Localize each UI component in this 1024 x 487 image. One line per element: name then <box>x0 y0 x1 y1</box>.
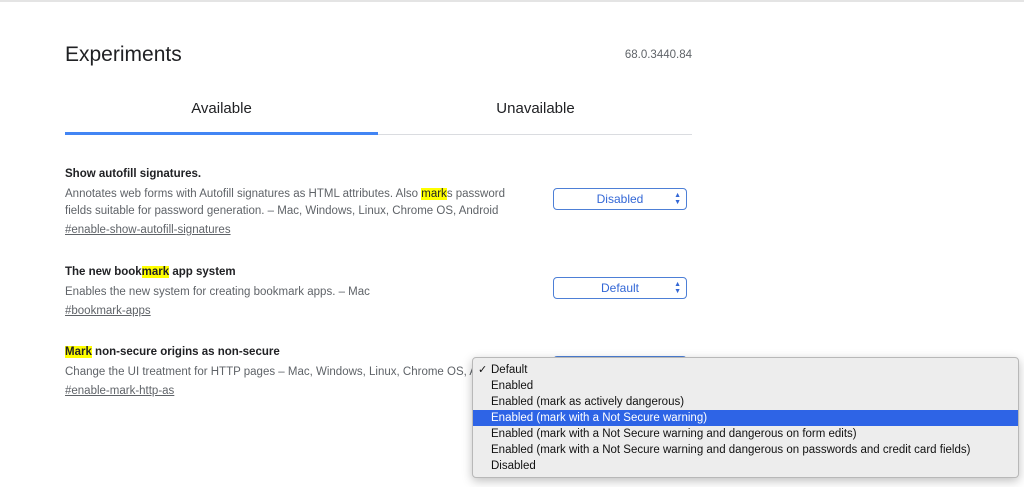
flags-page: Experiments 68.0.3440.84 Available Unava… <box>0 0 1024 487</box>
experiment-show-autofill-signatures: Show autofill signatures. Annotates web … <box>65 166 525 239</box>
checkmark-icon: ✓ <box>478 364 488 376</box>
experiment-link[interactable]: #enable-show-autofill-signatures <box>65 222 231 239</box>
tab-active-indicator <box>65 132 378 135</box>
select-value: Disabled <box>596 192 644 206</box>
version-label: 68.0.3440.84 <box>624 49 692 61</box>
page-title: Experiments <box>65 43 182 66</box>
tab-unavailable-label: Unavailable <box>496 100 575 117</box>
title-text: app system <box>169 266 236 278</box>
experiment-link[interactable]: #bookmark-apps <box>65 303 151 320</box>
search-highlight: Mark <box>65 346 92 358</box>
title-text: non-secure origins as non-secure <box>91 346 280 358</box>
option-label: Default <box>491 364 528 376</box>
experiment-title: Show autofill signatures. <box>65 168 202 180</box>
updown-arrows-icon: ▲ ▼ <box>674 281 681 295</box>
title-text: The new book <box>65 266 142 278</box>
option-label: Enabled (mark as actively dangerous) <box>491 396 685 408</box>
experiment-bookmark-apps: The new bookmark app system Enables the … <box>65 264 525 320</box>
dropdown-option-dangerous-form-edits[interactable]: Enabled (mark with a Not Secure warning … <box>473 426 1018 442</box>
search-highlight: mark <box>141 266 170 278</box>
option-label: Enabled (mark with a Not Secure warning) <box>491 412 708 424</box>
tab-bar: Available Unavailable <box>65 90 692 135</box>
dropdown-option-enabled[interactable]: Enabled <box>473 378 1018 394</box>
updown-arrows-icon: ▲ ▼ <box>674 192 681 206</box>
experiment-title: The new bookmark app system <box>65 264 525 280</box>
experiment-link[interactable]: #enable-mark-http-as <box>65 383 174 400</box>
tab-unavailable[interactable]: Unavailable <box>379 90 692 134</box>
select-value: Default <box>600 281 640 295</box>
dropdown-option-dangerous-passwords[interactable]: Enabled (mark with a Not Secure warning … <box>473 442 1018 458</box>
dropdown-option-default[interactable]: ✓ Default <box>473 362 1018 378</box>
description-text: Annotates web forms with Autofill signat… <box>65 188 422 200</box>
experiment-select-autofill[interactable]: Disabled ▲ ▼ <box>553 188 687 210</box>
experiment-description: Annotates web forms with Autofill signat… <box>65 186 525 220</box>
experiment-select-bookmark-apps[interactable]: Default ▲ ▼ <box>553 277 687 299</box>
option-label: Enabled (mark with a Not Secure warning … <box>491 428 857 440</box>
experiment-description: Enables the new system for creating book… <box>65 286 370 298</box>
option-label: Disabled <box>491 460 536 472</box>
tab-available[interactable]: Available <box>65 90 378 135</box>
tab-available-label: Available <box>191 100 252 117</box>
search-highlight: mark <box>421 188 447 200</box>
experiment-mark-http-as: Mark non-secure origins as non-secure Ch… <box>65 344 525 400</box>
dropdown-option-disabled[interactable]: Disabled <box>473 458 1018 474</box>
experiment-description: Change the UI treatment for HTTP pages –… <box>65 366 478 378</box>
experiment-title: Mark non-secure origins as non-secure <box>65 344 525 360</box>
option-label: Enabled <box>491 380 534 392</box>
dropdown-option-actively-dangerous[interactable]: Enabled (mark as actively dangerous) <box>473 394 1018 410</box>
dropdown-option-not-secure-warning[interactable]: Enabled (mark with a Not Secure warning) <box>473 410 1018 426</box>
select-dropdown-menu: ✓ Default Enabled Enabled (mark as activ… <box>472 357 1019 478</box>
top-border <box>0 0 1024 2</box>
option-label: Enabled (mark with a Not Secure warning … <box>491 444 971 456</box>
